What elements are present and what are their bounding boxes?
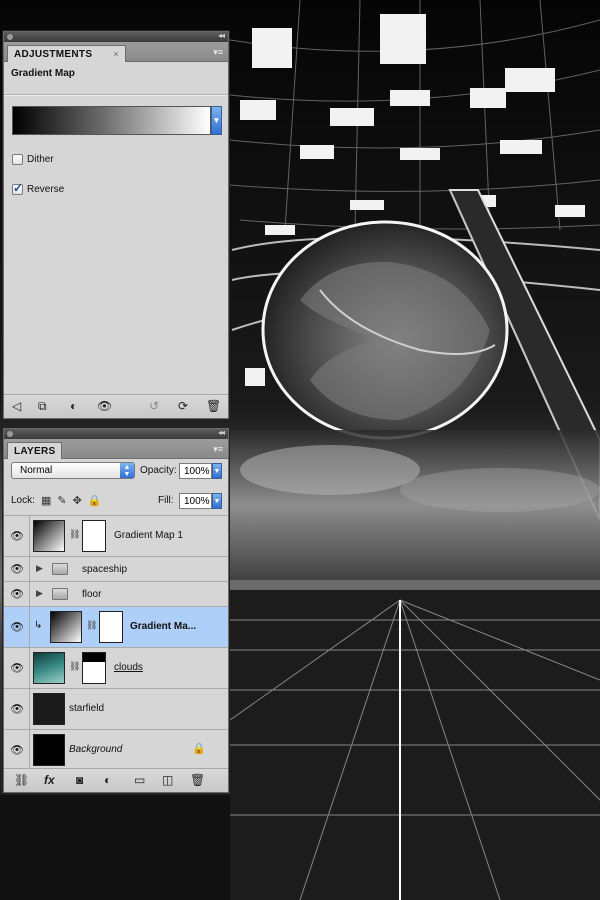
link-chain-icon[interactable]: ⛓ bbox=[69, 529, 80, 540]
opacity-value: 100% bbox=[184, 466, 210, 477]
dither-label: Dither bbox=[27, 154, 54, 165]
gradient-map-thumbnail bbox=[33, 520, 65, 552]
divider bbox=[4, 94, 228, 96]
link-chain-icon[interactable]: ⛓ bbox=[86, 620, 97, 631]
lock-all-icon[interactable]: 🔒 bbox=[88, 494, 102, 507]
layer-row-clouds[interactable]: 👁 ⛓ clouds bbox=[4, 647, 228, 688]
fill-value: 100% bbox=[184, 496, 210, 507]
fill-input[interactable]: 100% bbox=[179, 493, 212, 509]
tab-row: LAYERS ▾≡ bbox=[4, 439, 228, 459]
link-layers-icon[interactable]: ⛓ bbox=[14, 773, 29, 787]
reverse-checkbox[interactable] bbox=[12, 181, 23, 195]
trash-icon[interactable]: 🗑 bbox=[190, 773, 205, 787]
reverse-label: Reverse bbox=[27, 184, 65, 195]
adjustments-panel: ◂◂ ADJUSTMENTS × ▾≡ Gradient Map ▼ Dithe… bbox=[3, 31, 229, 419]
eye-icon[interactable]: 👁 bbox=[10, 662, 24, 675]
starfield-thumbnail bbox=[33, 693, 65, 725]
lock-icon: 🔒 bbox=[192, 743, 206, 755]
reverse-option[interactable]: Reverse bbox=[12, 181, 65, 195]
background-thumbnail bbox=[33, 734, 65, 766]
gradient-preview[interactable] bbox=[12, 106, 211, 135]
layer-name[interactable]: spaceship bbox=[82, 564, 127, 575]
layer-row-starfield[interactable]: 👁 starfield bbox=[4, 688, 228, 729]
eye-icon[interactable]: 👁 bbox=[10, 588, 24, 601]
adjustment-title: Gradient Map bbox=[11, 68, 75, 79]
blend-mode-value: Normal bbox=[20, 465, 53, 476]
eye-icon[interactable]: 👁 bbox=[10, 744, 24, 757]
new-layer-icon[interactable]: ◫ bbox=[162, 773, 173, 787]
panel-title-bar[interactable]: ◂◂ bbox=[4, 428, 228, 439]
blend-mode-select[interactable]: Normal ▲ ▼ bbox=[11, 462, 135, 479]
eye-icon[interactable]: 👁 bbox=[97, 399, 112, 413]
link-chain-icon[interactable]: ⛓ bbox=[69, 661, 80, 672]
close-dot-icon[interactable] bbox=[7, 431, 13, 437]
layer-row-floor[interactable]: 👁 ▶ floor bbox=[4, 581, 228, 606]
layer-name[interactable]: starfield bbox=[69, 703, 104, 714]
layer-name[interactable]: Background bbox=[69, 744, 122, 755]
layer-name[interactable]: Gradient Map 1 bbox=[114, 530, 183, 541]
lock-paint-icon[interactable]: ✎ bbox=[57, 494, 66, 507]
layer-name[interactable]: clouds bbox=[114, 662, 143, 673]
fx-icon[interactable]: fx bbox=[44, 773, 55, 787]
layer-mask-thumbnail[interactable] bbox=[82, 520, 106, 552]
layer-row-gradient-map-clipped[interactable]: 👁 ↳ ⛓ Gradient Ma... bbox=[4, 606, 228, 647]
eye-icon[interactable]: 👁 bbox=[10, 530, 24, 543]
eye-icon[interactable]: 👁 bbox=[10, 703, 24, 716]
view-previous-icon[interactable]: ↺ bbox=[149, 399, 159, 413]
new-group-icon[interactable]: ▭ bbox=[134, 773, 145, 787]
opacity-label: Opacity: bbox=[140, 465, 177, 476]
expand-triangle-icon[interactable]: ▶ bbox=[36, 563, 43, 574]
dither-checkbox[interactable] bbox=[12, 154, 23, 165]
add-mask-icon[interactable]: ◙ bbox=[76, 773, 83, 787]
tab-layers[interactable]: LAYERS bbox=[7, 442, 63, 459]
tab-adjustments-label: ADJUSTMENTS bbox=[14, 49, 93, 60]
fill-label: Fill: bbox=[158, 495, 174, 506]
panel-menu-icon[interactable]: ▾≡ bbox=[213, 47, 223, 58]
select-arrows-icon[interactable]: ▲ ▼ bbox=[120, 463, 134, 478]
lock-move-icon[interactable]: ✥ bbox=[73, 494, 82, 507]
dither-option[interactable]: Dither bbox=[12, 154, 54, 165]
lock-label: Lock: bbox=[11, 495, 35, 506]
lock-options: ▦ ✎ ✥ 🔒 bbox=[41, 494, 102, 507]
folder-icon bbox=[52, 588, 68, 600]
layers-bottom-bar: ⛓ fx ◙ ◐ ▭ ◫ 🗑 bbox=[4, 768, 228, 792]
tab-row: ADJUSTMENTS × ▾≡ bbox=[4, 42, 228, 62]
layer-mask-thumbnail[interactable] bbox=[82, 652, 106, 684]
layers-panel: ◂◂ LAYERS ▾≡ Normal ▲ ▼ Opacity: 100% ▼ L… bbox=[3, 428, 229, 793]
clip-to-layer-icon[interactable]: ◐ bbox=[70, 399, 77, 413]
tab-adjustments[interactable]: ADJUSTMENTS × bbox=[7, 45, 126, 62]
layer-name[interactable]: Gradient Ma... bbox=[130, 621, 196, 632]
opacity-input[interactable]: 100% bbox=[179, 463, 212, 479]
adjustments-bottom-bar: ◁ ⧉ ◐ 👁 ↺ ⟳ 🗑 bbox=[4, 394, 228, 418]
trash-icon[interactable]: 🗑 bbox=[206, 399, 221, 413]
eye-icon[interactable]: 👁 bbox=[10, 563, 24, 576]
panel-title-bar[interactable]: ◂◂ bbox=[4, 31, 228, 42]
panel-menu-icon[interactable]: ▾≡ bbox=[213, 444, 223, 455]
gradient-map-thumbnail bbox=[50, 611, 82, 643]
fill-dropdown-icon[interactable]: ▼ bbox=[212, 493, 222, 509]
collapse-icon[interactable]: ◂◂ bbox=[218, 31, 225, 40]
gradient-dropdown-icon[interactable]: ▼ bbox=[211, 106, 222, 135]
lock-transparent-icon[interactable]: ▦ bbox=[41, 494, 51, 507]
expand-triangle-icon[interactable]: ▶ bbox=[36, 588, 43, 599]
layer-row-gradient-map-1[interactable]: 👁 ⛓ Gradient Map 1 bbox=[4, 515, 228, 556]
tab-close-icon[interactable]: × bbox=[113, 49, 119, 59]
clipping-arrow-icon: ↳ bbox=[34, 620, 43, 631]
clouds-thumbnail bbox=[33, 652, 65, 684]
folder-icon bbox=[52, 563, 68, 575]
collapse-icon[interactable]: ◂◂ bbox=[218, 428, 225, 437]
layer-name[interactable]: floor bbox=[82, 589, 101, 600]
new-adjustment-icon[interactable]: ◐ bbox=[104, 773, 111, 787]
close-dot-icon[interactable] bbox=[7, 34, 13, 40]
layer-list: 👁 ⛓ Gradient Map 1 👁 ▶ spaceship 👁 ▶ flo… bbox=[4, 515, 228, 770]
reset-icon[interactable]: ⟳ bbox=[178, 399, 188, 413]
opacity-dropdown-icon[interactable]: ▼ bbox=[212, 463, 222, 479]
expand-view-icon[interactable]: ⧉ bbox=[38, 399, 47, 413]
layer-row-background[interactable]: 👁 Background 🔒 bbox=[4, 729, 228, 770]
layer-row-spaceship[interactable]: 👁 ▶ spaceship bbox=[4, 556, 228, 581]
layer-mask-thumbnail[interactable] bbox=[99, 611, 123, 643]
tab-layers-label: LAYERS bbox=[14, 446, 56, 457]
back-arrow-icon[interactable]: ◁ bbox=[12, 399, 21, 413]
eye-icon[interactable]: 👁 bbox=[10, 621, 24, 634]
